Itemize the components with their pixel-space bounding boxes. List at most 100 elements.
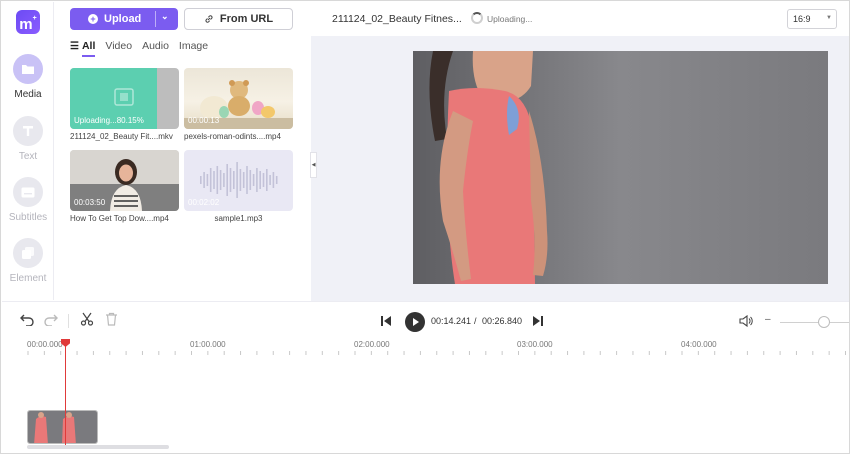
media-thumbnail: 00:00:13 <box>184 68 293 129</box>
sidebar-item-label: Subtitles <box>8 212 48 223</box>
media-item-name: pexels-roman-odints....mp4 <box>184 132 281 141</box>
waveform-bar <box>272 172 275 188</box>
waveform-bar <box>259 171 261 189</box>
media-item-audio[interactable]: 00:02:02 sample1.mp3 <box>184 150 293 223</box>
tab-all[interactable]: ☰ All <box>70 40 96 57</box>
media-thumbnail: 00:03:50 <box>70 150 179 211</box>
sidebar-item-label: Element <box>9 273 47 284</box>
zoom-slider-track[interactable] <box>780 322 849 323</box>
waveform-bar <box>262 173 265 187</box>
playback-toolbar: 00:14.241 / 00:26.840 – <box>2 301 849 333</box>
media-item-name: How To Get Top Dow....mp4 <box>70 214 169 223</box>
media-item-name: sample1.mp3 <box>214 214 263 223</box>
waveform-bar <box>249 170 252 190</box>
waveform-bar <box>239 169 242 191</box>
sidebar-item-element[interactable]: Element <box>2 238 54 284</box>
link-icon <box>205 15 213 23</box>
upload-button-label: Upload <box>104 13 142 25</box>
waveform-bar <box>213 171 215 189</box>
skip-to-start-icon[interactable] <box>380 315 392 327</box>
upload-status: Uploading... <box>487 14 533 24</box>
sidebar-item-subtitles[interactable]: Subtitles <box>2 177 54 223</box>
from-url-button[interactable]: From URL <box>184 8 293 30</box>
media-type-tabs: ☰ All Video Audio Image <box>70 40 208 57</box>
element-icon <box>13 238 43 268</box>
waveform-bar <box>236 162 238 198</box>
upload-divider <box>155 11 156 27</box>
tab-audio[interactable]: Audio <box>142 40 169 57</box>
waveform-bar <box>206 174 209 186</box>
chevron-down-icon: ▼ <box>826 15 832 21</box>
timeline-video-clip[interactable] <box>27 410 98 444</box>
waveform-bar <box>256 168 258 192</box>
waveform-bar <box>269 175 271 185</box>
folder-icon <box>13 54 43 84</box>
tab-image[interactable]: Image <box>179 40 208 57</box>
sidebar-item-label: Media <box>14 89 42 100</box>
media-item-name: 211124_02_Beauty Fit....mkv <box>70 132 173 141</box>
from-url-label: From URL <box>219 13 274 25</box>
timeline-scrollbar[interactable] <box>27 445 169 449</box>
collapse-panel-handle[interactable]: ◀ <box>310 152 317 178</box>
media-item-video[interactable]: 00:03:50 How To Get Top Dow....mp4 <box>70 150 179 223</box>
total-duration: 00:26.840 <box>482 316 523 326</box>
toolbar-divider <box>68 314 69 328</box>
duration-badge: 00:02:02 <box>188 198 220 207</box>
waveform-bar <box>229 168 232 192</box>
sidebar-item-label: Text <box>18 151 38 162</box>
timeline-ruler[interactable]: 00:00.000 01:00.000 02:00.000 03:00.000 … <box>2 337 849 357</box>
waveform-bar <box>219 170 222 190</box>
subtitles-icon <box>13 177 43 207</box>
redo-icon[interactable] <box>44 312 58 326</box>
media-thumbnail: 00:02:02 <box>184 150 293 211</box>
time-separator: / <box>474 316 477 326</box>
waveform-bar <box>226 164 228 196</box>
playhead-line[interactable] <box>65 341 66 445</box>
waveform-bar <box>200 176 202 184</box>
skip-to-end-icon[interactable] <box>532 315 544 327</box>
volume-icon[interactable] <box>739 315 753 327</box>
media-item-video[interactable]: 00:00:13 pexels-roman-odints....mp4 <box>184 68 293 141</box>
project-header: 211124_02_Beauty Fitnes... Uploading... … <box>311 2 849 36</box>
current-time: 00:14.241 <box>431 316 472 326</box>
text-icon <box>13 116 43 146</box>
duration-badge: 00:03:50 <box>74 198 106 207</box>
video-preview[interactable] <box>413 51 828 284</box>
chevron-down-icon[interactable]: ⌄ <box>161 11 169 22</box>
zoom-out-icon[interactable]: – <box>765 314 771 325</box>
play-button[interactable] <box>405 312 425 332</box>
waveform-bar <box>223 173 225 187</box>
play-icon <box>413 318 419 326</box>
zoom-slider-handle[interactable] <box>818 316 830 328</box>
waveform-bar <box>233 171 235 189</box>
scissors-icon[interactable] <box>80 312 94 326</box>
waveform-bar <box>209 168 212 192</box>
aspect-ratio-value: 16:9 <box>793 14 811 24</box>
layers-icon: ☰ <box>70 41 79 52</box>
sidebar-item-media[interactable]: Media <box>2 54 54 100</box>
aspect-ratio-select[interactable]: 16:9 ▼ <box>787 9 837 29</box>
waveform-bar <box>216 166 219 194</box>
waveform-bar <box>266 169 268 191</box>
media-item-uploading[interactable]: Uploading...80.15% 211124_02_Beauty Fit.… <box>70 68 179 141</box>
media-library-panel: + Upload ⌄ From URL ☰ All Video Audio Ima… <box>55 2 309 300</box>
project-file-name: 211124_02_Beauty Fitnes... <box>332 13 462 25</box>
duration-badge: 00:00:13 <box>188 116 220 125</box>
upload-progress-text: Uploading...80.15% <box>74 116 144 125</box>
video-placeholder-icon <box>114 88 134 106</box>
video-editor-window: m+ Media Text Subtitles Element + Upload… <box>0 0 850 454</box>
waveform-bar <box>275 176 278 184</box>
preview-area: ◀ <box>310 36 849 301</box>
app-logo: m+ <box>16 10 40 34</box>
sidebar-item-text[interactable]: Text <box>2 116 54 162</box>
tab-video[interactable]: Video <box>105 40 132 57</box>
waveform-bar <box>252 174 255 186</box>
media-thumbnail: Uploading...80.15% <box>70 68 179 129</box>
plus-icon: + <box>88 14 98 24</box>
upload-button[interactable]: + Upload ⌄ <box>70 8 178 30</box>
tab-label: All <box>81 40 96 52</box>
undo-icon[interactable] <box>20 312 34 326</box>
waveform-bar <box>203 172 205 188</box>
waveform-bar <box>242 172 245 188</box>
trash-icon[interactable] <box>105 312 118 326</box>
